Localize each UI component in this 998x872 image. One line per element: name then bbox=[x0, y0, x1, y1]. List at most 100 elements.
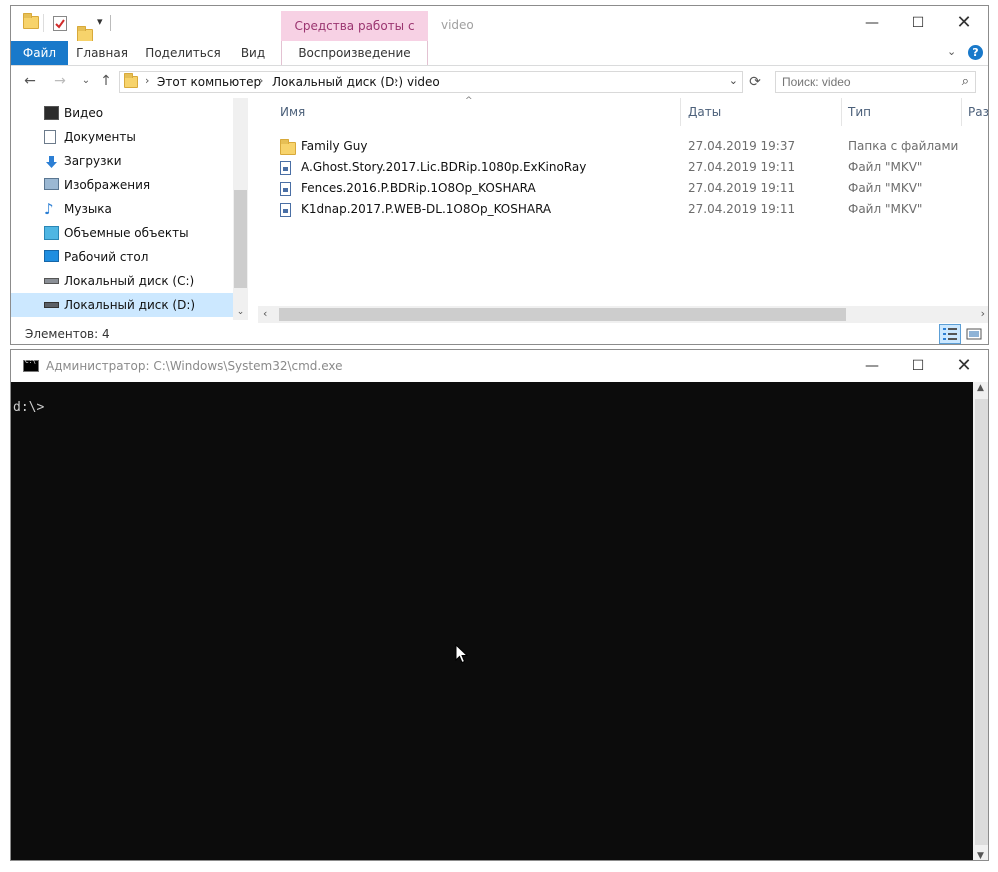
chevron-right-icon[interactable]: › bbox=[394, 74, 398, 87]
refresh-button[interactable]: ⟳ bbox=[746, 71, 764, 93]
file-type: Файл "MKV" bbox=[848, 181, 923, 195]
sidebar-item-label: Локальный диск (C:) bbox=[64, 274, 195, 288]
help-icon[interactable]: ? bbox=[968, 45, 983, 60]
back-button[interactable]: ← bbox=[21, 72, 39, 90]
navigation-bar: ← → ⌄ ↑ › Этот компьютер › Локальный дис… bbox=[11, 67, 988, 97]
sidebar-item-drive-d[interactable]: Локальный диск (D:) bbox=[11, 293, 233, 317]
sidebar-item-pictures[interactable]: Изображения bbox=[11, 173, 233, 197]
list-item[interactable]: A.Ghost.Story.2017.Lic.BDRip.1080p.ExKin… bbox=[258, 157, 988, 178]
up-button[interactable]: ↑ bbox=[97, 72, 115, 90]
column-header-name[interactable]: Имя bbox=[280, 98, 305, 126]
quick-access-dropdown-icon[interactable]: ▾ bbox=[97, 15, 103, 28]
navigation-pane: Видео Документы Загрузки Изображения ♪ М… bbox=[11, 98, 248, 320]
file-date: 27.04.2019 19:11 bbox=[688, 202, 796, 216]
close-button[interactable]: ✕ bbox=[941, 350, 987, 383]
video-icon bbox=[44, 106, 59, 120]
music-icon: ♪ bbox=[44, 200, 54, 218]
list-item[interactable]: Family Guy 27.04.2019 19:37 Папка с файл… bbox=[258, 136, 988, 157]
sidebar-item-label: Объемные объекты bbox=[64, 226, 189, 240]
cmd-window-title: Администратор: C:\Windows\System32\cmd.e… bbox=[46, 359, 343, 373]
desktop-icon bbox=[44, 250, 59, 262]
column-header-size[interactable]: Разме bbox=[968, 98, 988, 126]
column-header-date[interactable]: Даты bbox=[688, 98, 721, 126]
item-count: Элементов: 4 bbox=[25, 327, 110, 341]
search-box[interactable]: ⌕ bbox=[775, 71, 976, 93]
sidebar-item-3d-objects[interactable]: Объемные объекты bbox=[11, 221, 233, 245]
sidebar-item-desktop[interactable]: Рабочий стол bbox=[11, 245, 233, 269]
horizontal-scrollbar-thumb[interactable] bbox=[279, 308, 846, 321]
file-list: ^ Имя Даты Тип Разме Family Guy 27.04.20… bbox=[258, 96, 988, 320]
toolbar-divider bbox=[110, 15, 111, 31]
scroll-down-icon[interactable]: ▼ bbox=[977, 851, 984, 860]
cmd-window: Администратор: C:\Windows\System32\cmd.e… bbox=[10, 349, 989, 861]
file-name: Family Guy bbox=[301, 139, 368, 153]
tab-home[interactable]: Главная bbox=[71, 41, 133, 65]
expand-ribbon-icon[interactable]: ⌄ bbox=[947, 45, 956, 58]
documents-icon bbox=[44, 130, 56, 144]
scroll-up-icon[interactable]: ▲ bbox=[977, 383, 984, 393]
horizontal-scrollbar[interactable]: ‹ › bbox=[258, 306, 988, 323]
file-name: Fences.2016.P.BDRip.1O8Op_KOSHARA bbox=[301, 181, 536, 195]
chevron-right-icon[interactable]: › bbox=[259, 74, 263, 87]
chevron-right-icon[interactable]: › bbox=[145, 74, 149, 87]
properties-icon[interactable] bbox=[53, 16, 67, 31]
sort-ascending-icon: ^ bbox=[465, 96, 473, 106]
address-dropdown-icon[interactable]: ⌄ bbox=[729, 74, 738, 87]
cmd-titlebar: Администратор: C:\Windows\System32\cmd.e… bbox=[11, 350, 988, 382]
downloads-icon bbox=[44, 154, 59, 168]
address-bar[interactable]: › Этот компьютер › Локальный диск (D:) ›… bbox=[119, 71, 743, 93]
column-divider[interactable] bbox=[961, 98, 962, 126]
minimize-button[interactable]: — bbox=[849, 350, 895, 383]
column-divider[interactable] bbox=[680, 98, 681, 126]
breadcrumb-this-pc[interactable]: Этот компьютер bbox=[157, 75, 261, 89]
drive-icon bbox=[44, 278, 59, 284]
search-input[interactable] bbox=[776, 72, 946, 92]
column-divider[interactable] bbox=[841, 98, 842, 126]
scroll-down-icon[interactable]: ⌄ bbox=[233, 305, 248, 320]
folder-icon bbox=[124, 73, 138, 88]
cmd-scrollbar-thumb[interactable] bbox=[975, 399, 988, 845]
sidebar-item-videos[interactable]: Видео bbox=[11, 101, 233, 125]
tab-share[interactable]: Поделиться bbox=[143, 41, 223, 65]
recent-locations-icon[interactable]: ⌄ bbox=[77, 72, 95, 90]
console-area[interactable]: d:\> bbox=[11, 382, 973, 860]
tab-playback[interactable]: Воспроизведение bbox=[283, 41, 426, 65]
tab-view[interactable]: Вид bbox=[233, 41, 273, 65]
sidebar-item-music[interactable]: ♪ Музыка bbox=[11, 197, 233, 221]
maximize-button[interactable]: ☐ bbox=[895, 350, 941, 383]
pictures-icon bbox=[44, 178, 59, 190]
sidebar-item-drive-c[interactable]: Локальный диск (C:) bbox=[11, 269, 233, 293]
scroll-left-icon[interactable]: ‹ bbox=[263, 307, 267, 320]
mkv-file-icon bbox=[280, 161, 291, 175]
forward-button[interactable]: → bbox=[51, 72, 69, 90]
file-type: Файл "MKV" bbox=[848, 160, 923, 174]
maximize-button[interactable]: ☐ bbox=[895, 6, 941, 40]
sidebar-scrollbar-thumb[interactable] bbox=[234, 190, 247, 288]
breadcrumb-drive-d[interactable]: Локальный диск (D:) bbox=[272, 75, 403, 89]
sidebar-item-label: Загрузки bbox=[64, 154, 122, 168]
cmd-icon bbox=[23, 358, 39, 372]
file-name: K1dnap.2017.P.WEB-DL.1O8Op_KOSHARA bbox=[301, 202, 552, 216]
sidebar-item-label: Локальный диск (D:) bbox=[64, 298, 196, 312]
folder-icon bbox=[23, 13, 39, 29]
contextual-tab-header: Средства работы с видео bbox=[281, 11, 428, 63]
breadcrumb-video[interactable]: video bbox=[407, 75, 440, 89]
large-icons-view-button[interactable] bbox=[963, 324, 985, 344]
scroll-right-icon[interactable]: › bbox=[981, 307, 985, 320]
tab-file[interactable]: Файл bbox=[11, 41, 68, 65]
search-icon[interactable]: ⌕ bbox=[962, 74, 969, 89]
sidebar-item-label: Рабочий стол bbox=[64, 250, 149, 264]
mouse-pointer-icon bbox=[455, 643, 469, 667]
file-explorer-window: ▾ Средства работы с видео video — ☐ ✕ Фа… bbox=[10, 5, 989, 345]
cmd-scrollbar[interactable]: ▲ ▼ bbox=[973, 382, 988, 860]
sidebar-item-label: Изображения bbox=[64, 178, 151, 192]
details-view-button[interactable] bbox=[939, 324, 961, 344]
sidebar-item-documents[interactable]: Документы bbox=[11, 125, 233, 149]
list-item[interactable]: K1dnap.2017.P.WEB-DL.1O8Op_KOSHARA 27.04… bbox=[258, 199, 988, 220]
close-button[interactable]: ✕ bbox=[941, 6, 987, 40]
file-date: 27.04.2019 19:11 bbox=[688, 181, 796, 195]
list-item[interactable]: Fences.2016.P.BDRip.1O8Op_KOSHARA 27.04.… bbox=[258, 178, 988, 199]
column-header-type[interactable]: Тип bbox=[848, 98, 871, 126]
minimize-button[interactable]: — bbox=[849, 6, 895, 40]
sidebar-item-downloads[interactable]: Загрузки bbox=[11, 149, 233, 173]
